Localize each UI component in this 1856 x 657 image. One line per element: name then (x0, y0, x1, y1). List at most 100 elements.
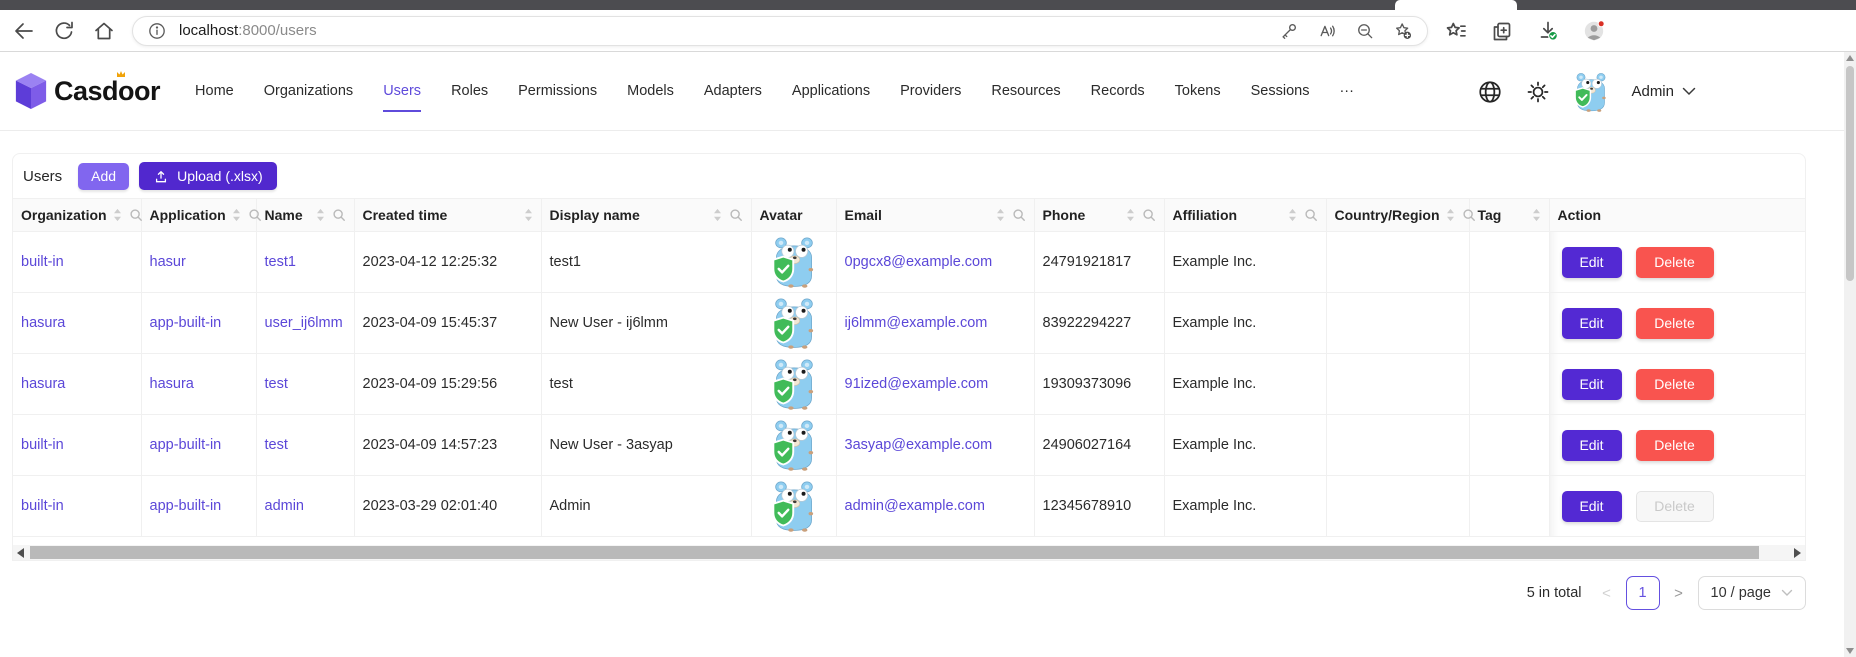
edit-button[interactable]: Edit (1562, 308, 1622, 339)
column-header-created-time[interactable]: Created time (354, 199, 541, 232)
site-info-icon[interactable] (147, 21, 167, 41)
user-name-link[interactable]: admin (256, 476, 354, 537)
user-name-link[interactable]: test1 (256, 232, 354, 293)
organization-link[interactable]: hasura (13, 354, 141, 415)
vertical-scrollbar-thumb[interactable] (1846, 66, 1854, 281)
menu-item-organizations[interactable]: Organizations (249, 76, 368, 106)
downloads-icon[interactable] (1536, 19, 1560, 43)
sort-icon[interactable] (1126, 208, 1135, 222)
user-name-link[interactable]: test (256, 415, 354, 476)
menu-item-providers[interactable]: Providers (885, 76, 976, 106)
url-text[interactable]: localhost:8000/users (179, 22, 317, 39)
search-icon[interactable] (1142, 208, 1156, 222)
menu-item-resources[interactable]: Resources (976, 76, 1075, 106)
sort-icon[interactable] (1446, 208, 1455, 222)
sort-icon[interactable] (996, 208, 1005, 222)
gopher-shield-avatar[interactable] (771, 297, 817, 349)
organization-link[interactable]: built-in (13, 476, 141, 537)
column-header-organization[interactable]: Organization (13, 199, 141, 232)
account-menu[interactable]: Admin (1631, 83, 1696, 100)
add-button[interactable]: Add (78, 163, 129, 190)
search-icon[interactable] (1012, 208, 1026, 222)
email-link[interactable]: admin@example.com (836, 476, 1034, 537)
zoom-out-icon[interactable] (1355, 21, 1375, 41)
theme-sun-icon[interactable] (1525, 79, 1551, 105)
organization-link[interactable]: built-in (13, 232, 141, 293)
gopher-shield-avatar[interactable] (771, 358, 817, 410)
search-icon[interactable] (1304, 208, 1318, 222)
column-header-phone[interactable]: Phone (1034, 199, 1164, 232)
email-link[interactable]: 91ized@example.com (836, 354, 1034, 415)
vertical-scrollbar[interactable] (1844, 52, 1856, 657)
delete-button[interactable]: Delete (1636, 369, 1714, 400)
page-size-select[interactable]: 10 / page (1698, 576, 1806, 610)
user-name-link[interactable]: user_ij6lmm (256, 293, 354, 354)
search-icon[interactable] (729, 208, 743, 222)
gopher-avatar[interactable] (1573, 72, 1609, 112)
scroll-left-arrow-icon[interactable] (17, 548, 24, 558)
application-link[interactable]: app-built-in (141, 415, 256, 476)
menu-item-sessions[interactable]: Sessions (1236, 76, 1325, 106)
column-header-tag[interactable]: Tag (1469, 199, 1549, 232)
application-link[interactable]: hasura (141, 354, 256, 415)
pagination-prev-button[interactable]: < (1599, 585, 1615, 602)
delete-button[interactable]: Delete (1636, 430, 1714, 461)
read-aloud-icon[interactable] (1317, 21, 1337, 41)
application-link[interactable]: app-built-in (141, 293, 256, 354)
sort-icon[interactable] (713, 208, 722, 222)
delete-button[interactable]: Delete (1636, 308, 1714, 339)
favorites-icon[interactable] (1444, 19, 1468, 43)
edit-button[interactable]: Edit (1562, 247, 1622, 278)
email-link[interactable]: 3asyap@example.com (836, 415, 1034, 476)
gopher-shield-avatar[interactable] (771, 419, 817, 471)
sort-icon[interactable] (316, 208, 325, 222)
add-favorite-icon[interactable] (1393, 21, 1413, 41)
column-header-affiliation[interactable]: Affiliation (1164, 199, 1326, 232)
search-icon[interactable] (332, 208, 346, 222)
menu-item-models[interactable]: Models (612, 76, 689, 106)
sort-icon[interactable] (232, 208, 241, 222)
menu-item-permissions[interactable]: Permissions (503, 76, 612, 106)
edit-button[interactable]: Edit (1562, 430, 1622, 461)
scroll-up-arrow-icon[interactable] (1846, 55, 1854, 61)
application-link[interactable]: app-built-in (141, 476, 256, 537)
column-header-email[interactable]: Email (836, 199, 1034, 232)
refresh-icon[interactable] (52, 19, 76, 43)
menu-item-home[interactable]: Home (180, 76, 249, 106)
edit-button[interactable]: Edit (1562, 491, 1622, 522)
home-icon[interactable] (92, 19, 116, 43)
search-icon[interactable] (129, 208, 143, 222)
organization-link[interactable]: hasura (13, 293, 141, 354)
globe-icon[interactable] (1477, 79, 1503, 105)
menu-item-users[interactable]: Users (368, 76, 436, 106)
horizontal-scrollbar[interactable] (13, 545, 1805, 560)
back-icon[interactable] (12, 19, 36, 43)
pagination-next-button[interactable]: > (1671, 585, 1687, 602)
delete-button[interactable]: Delete (1636, 247, 1714, 278)
column-header-country-region[interactable]: Country/Region (1326, 199, 1469, 232)
menu-item-adapters[interactable]: Adapters (689, 76, 777, 106)
gopher-shield-avatar[interactable] (771, 480, 817, 532)
column-header-name[interactable]: Name (256, 199, 354, 232)
sort-icon[interactable] (113, 208, 122, 222)
menu-item-records[interactable]: Records (1076, 76, 1160, 106)
edit-button[interactable]: Edit (1562, 369, 1622, 400)
user-name-link[interactable]: test (256, 354, 354, 415)
sort-icon[interactable] (1532, 208, 1541, 222)
search-icon[interactable] (248, 208, 262, 222)
column-header-application[interactable]: Application (141, 199, 256, 232)
horizontal-scrollbar-thumb[interactable] (30, 546, 1759, 559)
menu-item-applications[interactable]: Applications (777, 76, 885, 106)
scroll-down-arrow-icon[interactable] (1846, 648, 1854, 654)
browser-profile-icon[interactable] (1582, 19, 1606, 43)
upload-xlsx-button[interactable]: Upload (.xlsx) (139, 162, 277, 190)
menu-item-roles[interactable]: Roles (436, 76, 503, 106)
sort-icon[interactable] (524, 208, 533, 222)
collections-icon[interactable] (1490, 19, 1514, 43)
search-icon[interactable] (1462, 208, 1476, 222)
menu-item-more[interactable]: ··· (1324, 76, 1369, 106)
menu-item-tokens[interactable]: Tokens (1160, 76, 1236, 106)
password-key-icon[interactable] (1279, 21, 1299, 41)
email-link[interactable]: ij6lmm@example.com (836, 293, 1034, 354)
address-bar[interactable]: localhost:8000/users (132, 16, 1428, 46)
